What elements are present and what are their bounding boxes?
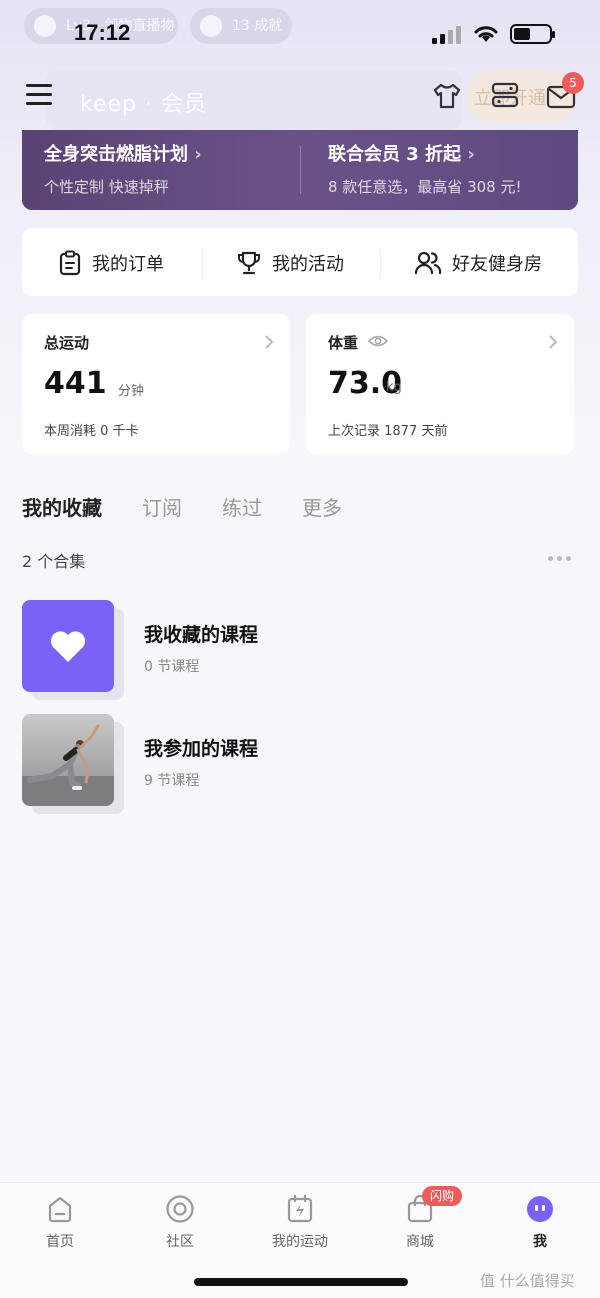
joint-membership-promo[interactable]: 联合会员 3 折起 › 8 款任意选，最高省 308 元! [328,140,522,197]
collection-title: 我收藏的课程 [144,624,259,646]
list-item[interactable]: 我参加的课程 9 节课程 [22,714,582,814]
tab-my-sports[interactable]: 我的运动 [260,1193,340,1251]
collection-tabs: 我的收藏 订阅 练过 更多 [22,492,342,521]
chevron-right-icon: › [467,144,475,165]
weight-label: 体重 [328,334,359,352]
menu-icon[interactable] [26,84,52,108]
friends-icon [414,251,442,275]
total-exercise-unit: 分钟 [118,384,145,399]
weight-card[interactable]: 体重 73.0 kg 上次记录 1877 天前 [306,314,574,454]
achievement-pill-text: 13 成就 [232,18,283,34]
achievement-pill[interactable]: 13 成就 [190,8,292,44]
cellular-signal-icon [432,26,461,44]
more-options-icon[interactable] [548,556,571,561]
banner-divider [300,146,301,194]
joint-membership-subtitle: 8 款任意选，最高省 308 元! [328,178,522,196]
member-brand-bar[interactable]: keep · 会员 [46,70,462,130]
community-icon [166,1195,194,1223]
trophy-icon [238,251,260,275]
sports-calendar-icon [287,1194,313,1223]
chevron-right-icon: › [194,144,202,165]
fat-burn-plan-subtitle: 个性定制 快速掉秤 [44,178,169,196]
my-orders-button[interactable]: 我的订单 [58,250,164,276]
last-record-text: 上次记录 1877 天前 [328,424,448,439]
heart-icon [50,631,86,662]
clipboard-icon [59,250,81,276]
status-bar: Lv3 · 领物直播物 13 成就 17:12 [0,0,600,64]
my-activities-label: 我的活动 [272,254,344,275]
home-indicator[interactable] [194,1278,408,1286]
tab-community-label: 社区 [166,1234,194,1250]
my-activities-button[interactable]: 我的活动 [236,250,344,276]
tab-home[interactable]: 首页 [20,1193,100,1251]
tab-mall-label: 商城 [406,1234,434,1250]
tab-me[interactable]: 我 [500,1193,580,1251]
collection-count: 2 个合集 [22,552,86,571]
watermark: 值 什么值得买 [480,1270,575,1291]
tab-subscriptions[interactable]: 订阅 [142,492,182,521]
collection-meta: 9 节课程 [144,773,200,789]
favorite-courses-thumbnail [22,600,114,692]
friends-gym-button[interactable]: 好友健身房 [414,250,542,276]
total-exercise-value: 441 [44,366,107,401]
home-icon [48,1196,72,1223]
achievement-icon [200,15,222,37]
chevron-right-icon [265,335,274,349]
workout-person-image [22,724,114,806]
level-icon [34,15,56,37]
flash-sale-badge: 闪购 [422,1186,463,1206]
tab-practiced[interactable]: 练过 [222,492,262,521]
joint-membership-title: 联合会员 3 折起 [328,144,462,165]
tab-my-sports-label: 我的运动 [272,1234,328,1250]
weight-unit: kg [386,380,402,395]
friends-gym-label: 好友健身房 [452,254,542,275]
tab-more[interactable]: 更多 [302,492,342,521]
shortcut-row: 我的订单 我的活动 好友健身房 [22,228,578,296]
collection-title: 我参加的课程 [144,738,259,760]
status-time: 17:12 [74,20,131,45]
me-avatar-icon [527,1196,553,1222]
total-exercise-label: 总运动 [44,334,90,352]
battery-icon [510,24,555,44]
fat-burn-plan-title: 全身突击燃脂计划 [44,144,188,165]
list-item[interactable]: 我收藏的课程 0 节课程 [22,600,582,700]
wifi-icon [474,26,498,42]
brand-logo-text: keep · 会员 [80,92,207,117]
my-orders-label: 我的订单 [92,254,164,275]
shortcut-divider [380,250,381,278]
tab-home-label: 首页 [46,1234,74,1250]
top-nav: keep · 会员 立即开通 5 [0,64,600,130]
collection-meta: 0 节课程 [144,659,200,675]
switch-icon[interactable] [490,80,520,110]
chevron-right-icon [549,335,558,349]
watermark-text: 值 什么值得买 [480,1272,575,1290]
eye-icon[interactable] [368,334,388,348]
message-badge: 5 [562,72,584,94]
tab-community[interactable]: 社区 [140,1193,220,1251]
fat-burn-plan-promo[interactable]: 全身突击燃脂计划 › 个性定制 快速掉秤 [44,140,202,197]
weekly-calories-text: 本周消耗 0 千卡 [44,424,139,439]
tab-me-label: 我 [533,1234,547,1250]
shortcut-divider [202,250,203,278]
membership-banner: 全身突击燃脂计划 › 个性定制 快速掉秤 联合会员 3 折起 › 8 款任意选，… [22,130,578,210]
total-exercise-card[interactable]: 总运动 441 分钟 本周消耗 0 千卡 [22,314,290,454]
tab-favorites[interactable]: 我的收藏 [22,492,102,521]
joined-courses-thumbnail [22,714,114,806]
shirt-icon[interactable] [432,82,462,110]
